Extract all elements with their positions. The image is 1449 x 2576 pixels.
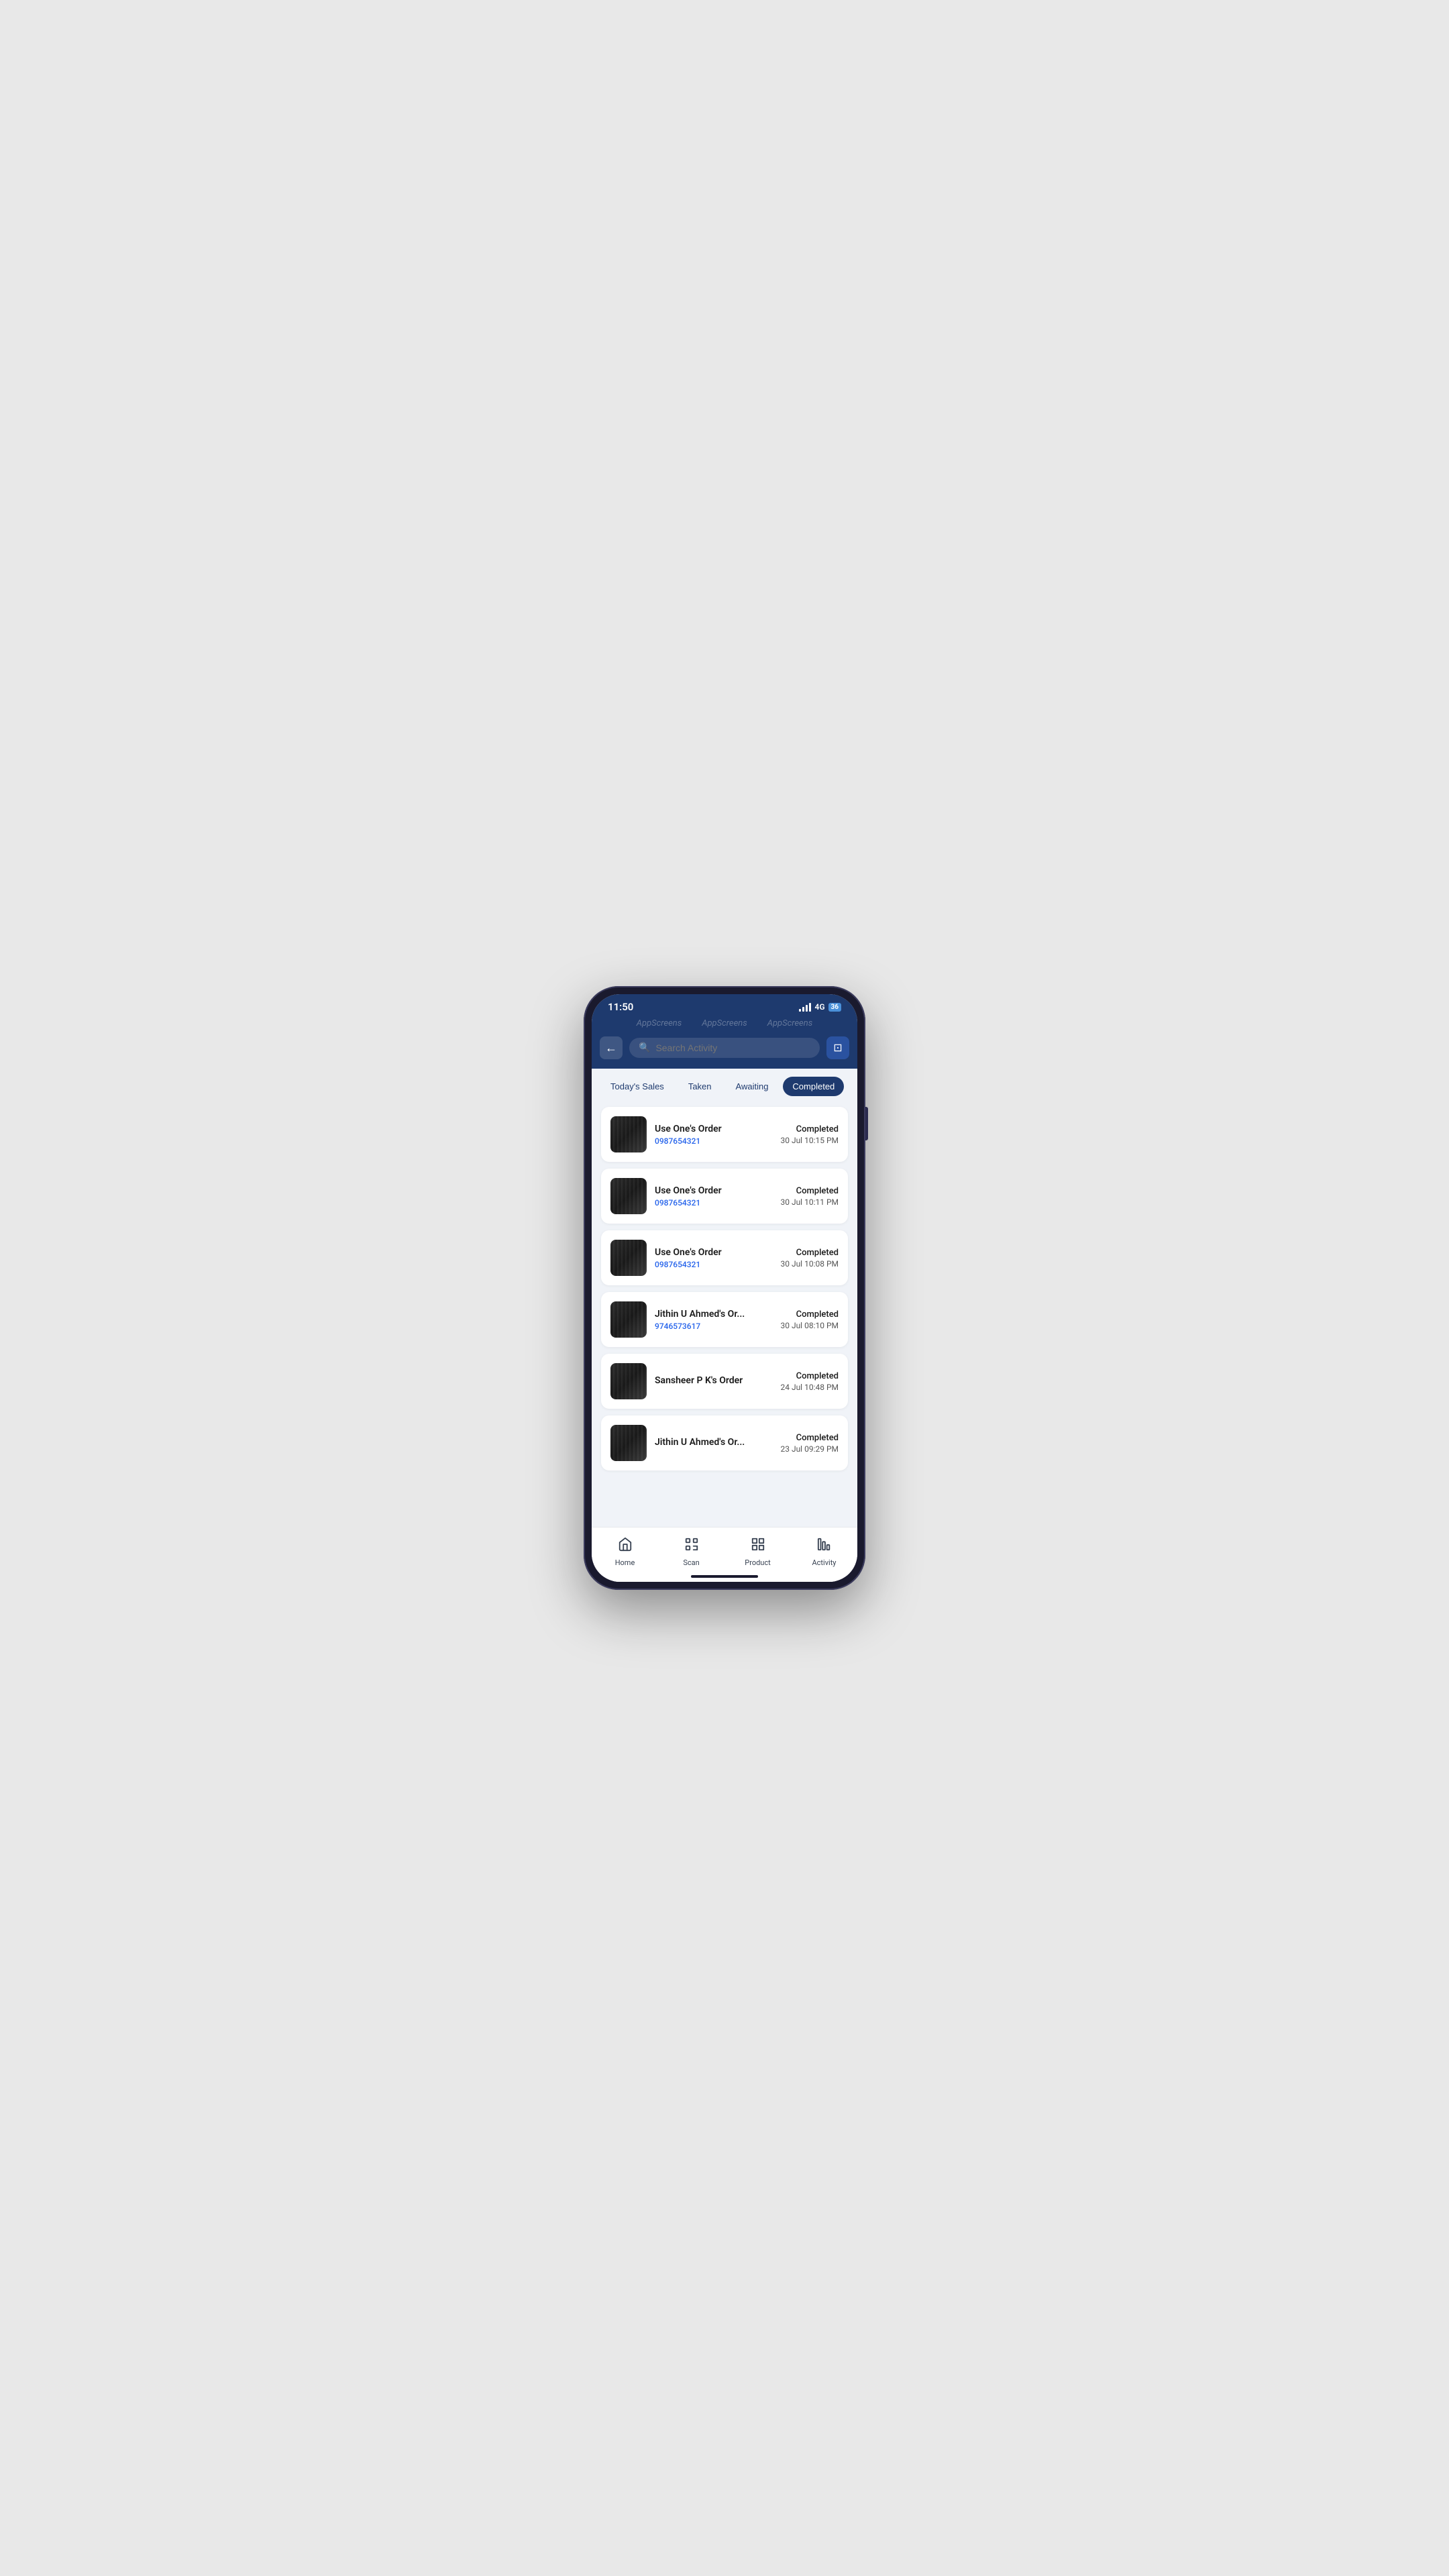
order-date-6: 23 Jul 09:29 PM (780, 1444, 839, 1454)
tabs-container: Today's Sales Taken Awaiting Completed (592, 1069, 857, 1104)
nav-item-product[interactable]: Product (724, 1534, 791, 1570)
order-date-3: 30 Jul 10:08 PM (780, 1259, 839, 1269)
order-status-block-6: Completed 23 Jul 09:29 PM (780, 1433, 839, 1454)
order-thumbnail-4 (610, 1301, 647, 1338)
order-item-6[interactable]: Jithin U Ahmed's Or... Completed 23 Jul … (601, 1415, 848, 1470)
order-thumbnail-6 (610, 1425, 647, 1461)
watermark-1: AppScreens (637, 1018, 682, 1028)
bottom-navigation: Home Scan (592, 1527, 857, 1582)
order-status-block-5: Completed 24 Jul 10:48 PM (780, 1371, 839, 1392)
home-indicator (691, 1575, 758, 1578)
search-icon: 🔍 (639, 1042, 650, 1053)
back-button[interactable]: ← (600, 1036, 623, 1059)
order-item-1[interactable]: Use One's Order 0987654321 Completed 30 … (601, 1107, 848, 1162)
order-item-3[interactable]: Use One's Order 0987654321 Completed 30 … (601, 1230, 848, 1285)
tab-taken[interactable]: Taken (679, 1077, 721, 1096)
search-bar[interactable]: 🔍 (629, 1038, 820, 1058)
order-status-block-1: Completed 30 Jul 10:15 PM (780, 1124, 839, 1145)
tab-awaiting[interactable]: Awaiting (727, 1077, 778, 1096)
order-info-2: Use One's Order 0987654321 (655, 1185, 772, 1208)
order-phone-1: 0987654321 (655, 1136, 772, 1146)
tab-completed[interactable]: Completed (783, 1077, 844, 1096)
order-info-1: Use One's Order 0987654321 (655, 1124, 772, 1146)
nav-label-scan: Scan (683, 1558, 699, 1567)
tab-todays-sales[interactable]: Today's Sales (601, 1077, 674, 1096)
order-status-block-4: Completed 30 Jul 08:10 PM (780, 1309, 839, 1330)
order-name-4: Jithin U Ahmed's Or... (655, 1309, 772, 1320)
order-phone-2: 0987654321 (655, 1198, 772, 1208)
order-info-5: Sansheer P K's Order (655, 1375, 772, 1388)
order-date-2: 30 Jul 10:11 PM (780, 1197, 839, 1207)
nav-item-activity[interactable]: Activity (791, 1534, 857, 1570)
order-name-3: Use One's Order (655, 1247, 772, 1258)
orders-list: Use One's Order 0987654321 Completed 30 … (592, 1104, 857, 1527)
status-icons: 4G 36 (799, 1002, 841, 1012)
order-thumbnail-1 (610, 1116, 647, 1152)
watermark-2: AppScreens (702, 1018, 747, 1028)
status-bar: 11:50 4G 36 (592, 994, 857, 1017)
order-status-6: Completed (780, 1433, 839, 1443)
order-status-4: Completed (780, 1309, 839, 1320)
order-phone-3: 0987654321 (655, 1260, 772, 1269)
nav-label-activity: Activity (812, 1558, 836, 1567)
order-date-5: 24 Jul 10:48 PM (780, 1383, 839, 1392)
order-status-1: Completed (780, 1124, 839, 1134)
order-thumbnail-5 (610, 1363, 647, 1399)
nav-label-home: Home (615, 1558, 635, 1567)
phone-screen: 11:50 4G 36 AppScreens AppScreens AppScr… (592, 994, 857, 1582)
order-info-3: Use One's Order 0987654321 (655, 1247, 772, 1269)
order-item-5[interactable]: Sansheer P K's Order Completed 24 Jul 10… (601, 1354, 848, 1409)
back-arrow-icon: ← (605, 1041, 617, 1055)
order-name-1: Use One's Order (655, 1124, 772, 1134)
order-status-5: Completed (780, 1371, 839, 1381)
order-name-2: Use One's Order (655, 1185, 772, 1196)
order-info-6: Jithin U Ahmed's Or... (655, 1437, 772, 1450)
order-date-4: 30 Jul 08:10 PM (780, 1321, 839, 1330)
watermark-3: AppScreens (767, 1018, 812, 1028)
qr-scan-button[interactable]: ⊡ (826, 1036, 849, 1059)
order-name-5: Sansheer P K's Order (655, 1375, 772, 1386)
order-status-block-3: Completed 30 Jul 10:08 PM (780, 1248, 839, 1269)
order-status-3: Completed (780, 1248, 839, 1258)
order-item-2[interactable]: Use One's Order 0987654321 Completed 30 … (601, 1169, 848, 1224)
order-status-2: Completed (780, 1186, 839, 1196)
side-button (865, 1107, 868, 1140)
search-input[interactable] (655, 1042, 810, 1053)
order-status-block-2: Completed 30 Jul 10:11 PM (780, 1186, 839, 1207)
nav-item-home[interactable]: Home (592, 1534, 658, 1570)
order-name-6: Jithin U Ahmed's Or... (655, 1437, 772, 1448)
qr-icon: ⊡ (833, 1041, 842, 1055)
nav-label-product: Product (745, 1558, 770, 1567)
phone-device: 11:50 4G 36 AppScreens AppScreens AppScr… (584, 986, 865, 1590)
activity-icon (817, 1537, 832, 1556)
watermark-bar: AppScreens AppScreens AppScreens (592, 1017, 857, 1031)
battery-badge: 36 (828, 1003, 841, 1012)
signal-icon (799, 1002, 811, 1012)
status-time: 11:50 (608, 1001, 633, 1013)
home-icon (618, 1537, 633, 1556)
scan-icon (684, 1537, 699, 1556)
order-thumbnail-3 (610, 1240, 647, 1276)
product-icon (751, 1537, 765, 1556)
order-item-4[interactable]: Jithin U Ahmed's Or... 9746573617 Comple… (601, 1292, 848, 1347)
search-header: ← 🔍 ⊡ (592, 1031, 857, 1069)
order-thumbnail-2 (610, 1178, 647, 1214)
network-label: 4G (814, 1002, 824, 1012)
nav-item-scan[interactable]: Scan (658, 1534, 724, 1570)
order-info-4: Jithin U Ahmed's Or... 9746573617 (655, 1309, 772, 1331)
order-date-1: 30 Jul 10:15 PM (780, 1136, 839, 1145)
order-phone-4: 9746573617 (655, 1322, 772, 1331)
